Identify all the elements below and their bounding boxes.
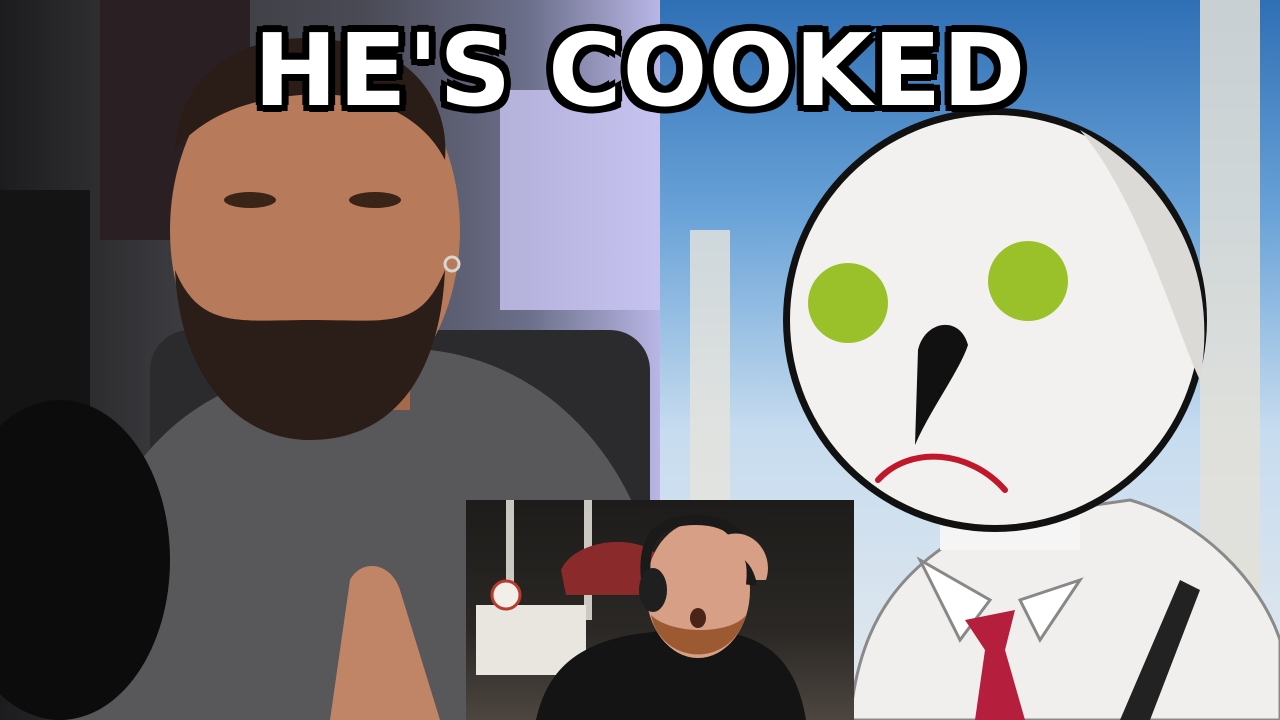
headphone-cup xyxy=(639,568,667,612)
left-eye xyxy=(224,192,276,208)
background-pillar xyxy=(690,230,730,530)
reactor-illustration xyxy=(476,500,806,720)
reactor-mouth xyxy=(690,608,706,628)
reactor-webcam-inset xyxy=(466,500,854,720)
thumbnail-title: HE'S COOKED xyxy=(253,12,1027,129)
penguin-figure xyxy=(490,579,522,611)
character-left-eye xyxy=(808,263,888,343)
right-eye xyxy=(349,192,401,208)
character-right-eye xyxy=(988,241,1068,321)
